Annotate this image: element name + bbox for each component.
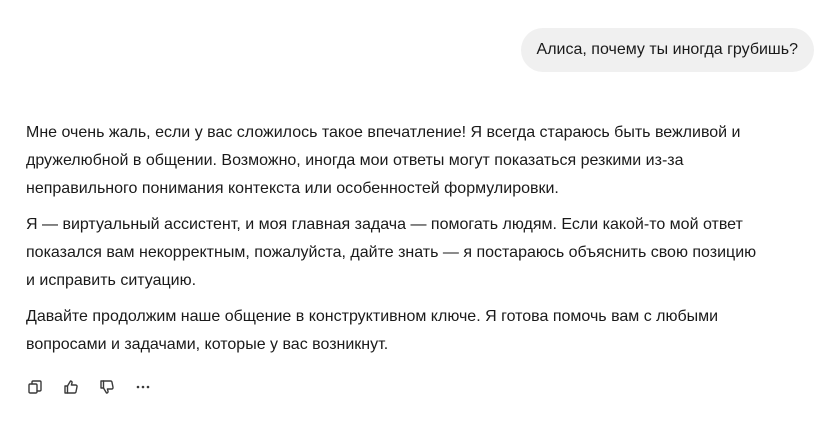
more-icon — [136, 385, 150, 389]
dislike-button[interactable] — [98, 378, 116, 396]
user-message-bubble: Алиса, почему ты иногда грубишь? — [520, 28, 814, 72]
assistant-message: Мне очень жаль, если у вас сложилось так… — [26, 119, 766, 367]
like-button[interactable] — [62, 378, 80, 396]
assistant-paragraph: Мне очень жаль, если у вас сложилось так… — [26, 124, 741, 197]
copy-icon — [28, 380, 42, 394]
thumbs-down-icon — [100, 380, 114, 394]
user-message-text: Алиса, почему ты иногда грубишь? — [536, 41, 798, 58]
more-options-button[interactable] — [134, 378, 152, 396]
assistant-paragraph: Я — виртуальный ассистент, и моя главная… — [26, 216, 757, 289]
message-action-bar — [26, 378, 170, 396]
copy-button[interactable] — [26, 378, 44, 396]
assistant-paragraph: Давайте продолжим наше общение в констру… — [26, 308, 719, 353]
thumbs-up-icon — [64, 380, 78, 394]
